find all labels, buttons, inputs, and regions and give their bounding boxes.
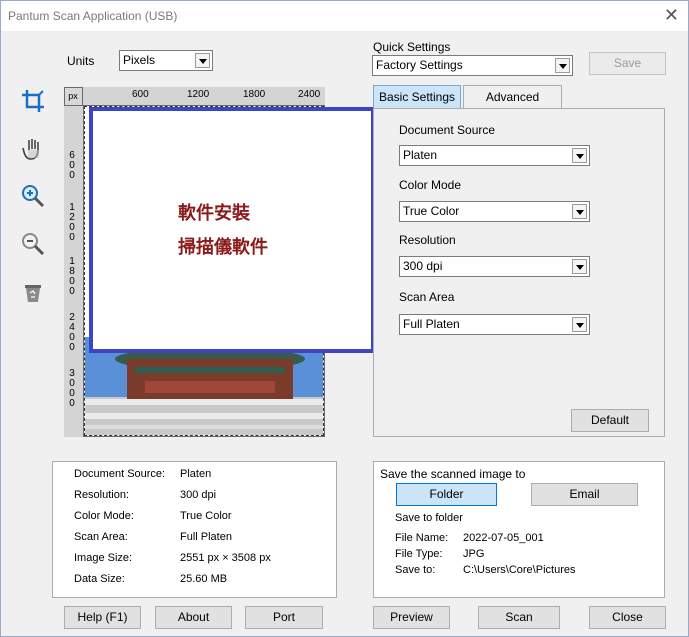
ruler-tick: 3000	[69, 368, 75, 409]
scan-window: Pantum Scan Application (USB) ✕ Units Pi…	[0, 0, 689, 637]
chevron-down-icon	[195, 53, 210, 68]
color-mode-label: Color Mode	[399, 178, 462, 192]
info-label: Color Mode:	[74, 510, 134, 522]
info-label: Data Size:	[74, 573, 125, 585]
scan-area-selection[interactable]: 軟件安裝 掃描儀軟件	[89, 107, 375, 353]
title-bar: Pantum Scan Application (USB) ✕	[1, 1, 688, 31]
units-select[interactable]: Pixels	[119, 50, 213, 71]
ruler-tick: 2400	[298, 89, 321, 100]
chevron-down-icon	[572, 317, 587, 332]
default-button[interactable]: Default	[571, 409, 649, 432]
file-type-label: File Type:	[395, 548, 443, 560]
ruler-tick: 1800	[69, 256, 75, 297]
ruler-tick: 1200	[69, 202, 75, 243]
basic-settings-panel: Document Source Platen Color Mode True C…	[373, 108, 665, 437]
zoom-out-icon[interactable]	[19, 230, 47, 258]
chevron-down-icon	[572, 259, 587, 274]
window-title: Pantum Scan Application (USB)	[8, 9, 178, 23]
chevron-down-icon	[572, 148, 587, 163]
info-value: 25.60 MB	[180, 573, 228, 585]
tab-advanced-settings[interactable]: Advanced Settings	[463, 85, 562, 126]
save-heading: Save the scanned image to	[380, 467, 526, 481]
promo-text: 掃描儀軟件	[178, 237, 268, 258]
scan-area-value: Full Platen	[403, 317, 460, 331]
document-source-select[interactable]: Platen	[399, 145, 590, 166]
ruler-tick: 2400	[69, 312, 75, 353]
email-button[interactable]: Email	[531, 483, 638, 506]
quick-settings-select[interactable]: Factory Settings	[372, 55, 573, 76]
save-to-path: C:\Users\Core\Pictures	[463, 564, 576, 576]
scan-button[interactable]: Scan	[478, 606, 560, 629]
ruler-tick: 600	[69, 150, 75, 181]
save-to-folder-label: Save to folder	[395, 512, 463, 524]
file-name-value: 2022-07-05_001	[463, 532, 544, 544]
zoom-in-icon[interactable]	[19, 182, 47, 210]
hand-icon[interactable]	[19, 134, 47, 162]
quick-settings-value: Factory Settings	[376, 58, 463, 72]
save-destination-panel	[373, 461, 665, 598]
resolution-value: 300 dpi	[403, 259, 443, 273]
save-settings-button[interactable]: Save	[589, 52, 666, 75]
about-button[interactable]: About	[155, 606, 232, 629]
crop-icon[interactable]	[19, 87, 47, 115]
resolution-select[interactable]: 300 dpi	[399, 256, 590, 277]
info-value: 2551 px × 3508 px	[180, 552, 271, 564]
promo-text: 軟件安裝	[178, 203, 250, 224]
document-source-value: Platen	[403, 148, 438, 162]
ruler-tick: 1800	[243, 89, 266, 100]
chevron-down-icon	[555, 58, 570, 73]
info-label: Document Source:	[74, 468, 166, 480]
info-value: 300 dpi	[180, 489, 217, 501]
color-mode-value: True Color	[403, 204, 460, 218]
ruler-unit: px	[64, 87, 83, 106]
file-type-value: JPG	[463, 548, 485, 560]
info-value: Full Platen	[180, 531, 232, 543]
close-button[interactable]: Close	[589, 606, 666, 629]
preview-button[interactable]: Preview	[373, 606, 450, 629]
port-button[interactable]: Port	[245, 606, 323, 629]
info-label: Scan Area:	[74, 531, 128, 543]
file-name-label: File Name:	[395, 532, 449, 544]
units-value: Pixels	[123, 53, 156, 67]
ruler-tick: 1200	[187, 89, 210, 100]
save-to-label: Save to:	[395, 564, 436, 576]
quick-settings-label: Quick Settings	[373, 40, 451, 54]
ruler-tick: 600	[132, 89, 149, 100]
info-value: True Color	[180, 510, 232, 522]
info-label: Image Size:	[74, 552, 133, 564]
resolution-label: Resolution	[399, 233, 456, 247]
info-value: Platen	[180, 468, 212, 480]
document-source-label: Document Source	[399, 123, 496, 137]
tab-basic-settings[interactable]: Basic Settings	[373, 85, 461, 109]
close-icon[interactable]: ✕	[664, 5, 679, 25]
recycle-bin-icon[interactable]	[19, 279, 47, 307]
info-label: Resolution:	[74, 489, 130, 501]
color-mode-select[interactable]: True Color	[399, 201, 590, 222]
scan-area-select[interactable]: Full Platen	[399, 314, 590, 335]
help-button[interactable]: Help (F1)	[64, 606, 141, 629]
folder-button[interactable]: Folder	[396, 483, 497, 506]
scan-area-label: Scan Area	[399, 290, 455, 304]
chevron-down-icon	[572, 204, 587, 219]
units-label: Units	[67, 54, 95, 68]
